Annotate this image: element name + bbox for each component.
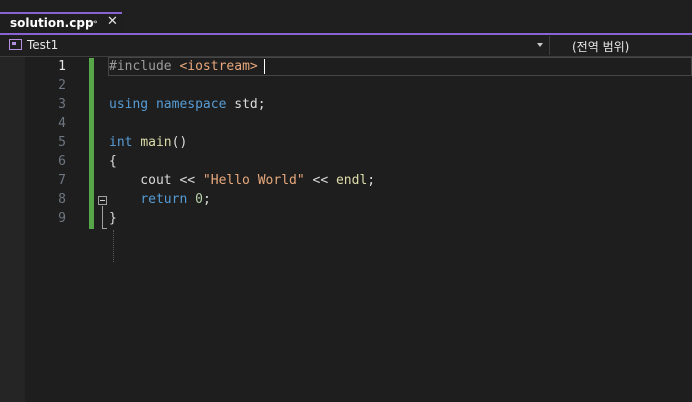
line-number: 2 [58, 78, 66, 93]
code-editor[interactable]: 1 2 3 4 5 6 7 8 9 #include <iostream> using names… [0, 57, 692, 402]
tab-strip: solution.cpp ⊸ ✕ [0, 0, 692, 33]
code-line: #include <iostream> [109, 57, 258, 76]
code-token: std; [226, 97, 266, 112]
scope-dropdown[interactable]: (전역 범위) [572, 38, 629, 55]
code-line: using namespace std; [109, 95, 266, 114]
code-line: int main() [109, 133, 187, 152]
line-number: 1 [58, 59, 66, 74]
code-token: namespace [155, 97, 227, 112]
code-token: "Hello World" [202, 173, 305, 188]
pin-icon[interactable]: ⊸ [89, 17, 99, 29]
code-token: ; [202, 192, 211, 207]
fold-guide-end [102, 228, 107, 229]
collapse-icon[interactable] [98, 196, 107, 205]
navigation-bar: Test1 (전역 범위) [0, 35, 692, 57]
project-label: Test1 [27, 38, 59, 52]
code-token: <iostream> [179, 59, 258, 74]
line-number: 4 [58, 116, 66, 131]
project-icon [9, 39, 22, 50]
line-number: 8 [58, 192, 66, 207]
code-line: } [109, 209, 117, 228]
code-token: } [109, 211, 117, 226]
code-token: () [171, 135, 188, 150]
code-token: #include [109, 59, 180, 74]
code-token: { [109, 154, 117, 169]
fold-guide [102, 206, 103, 228]
code-token: main [140, 135, 172, 150]
code-line: cout << "Hello World" << endl; [109, 171, 375, 190]
line-number: 3 [58, 97, 66, 112]
line-number: 5 [58, 135, 66, 150]
code-token: using [109, 97, 149, 112]
code-token: endl [335, 173, 368, 188]
code-token: ; [367, 173, 376, 188]
code-line: { [109, 152, 117, 171]
change-tracking-bar [89, 58, 94, 229]
line-number: 9 [58, 211, 66, 226]
project-dropdown[interactable]: Test1 [0, 36, 550, 55]
tab-title: solution.cpp [10, 16, 94, 30]
code-token: return [140, 192, 188, 207]
chevron-down-icon[interactable] [537, 43, 543, 47]
close-icon[interactable]: ✕ [107, 15, 119, 29]
line-number: 6 [58, 154, 66, 169]
code-token: << [304, 173, 336, 188]
indent-guide [113, 230, 114, 262]
code-token: int [109, 135, 133, 150]
code-token: 0 [195, 192, 203, 207]
text-caret [264, 59, 265, 74]
tab-solution-cpp[interactable]: solution.cpp ⊸ ✕ [0, 12, 122, 33]
code-token: cout << [109, 173, 203, 188]
line-number: 7 [58, 173, 66, 188]
code-line: return 0; [109, 190, 211, 209]
